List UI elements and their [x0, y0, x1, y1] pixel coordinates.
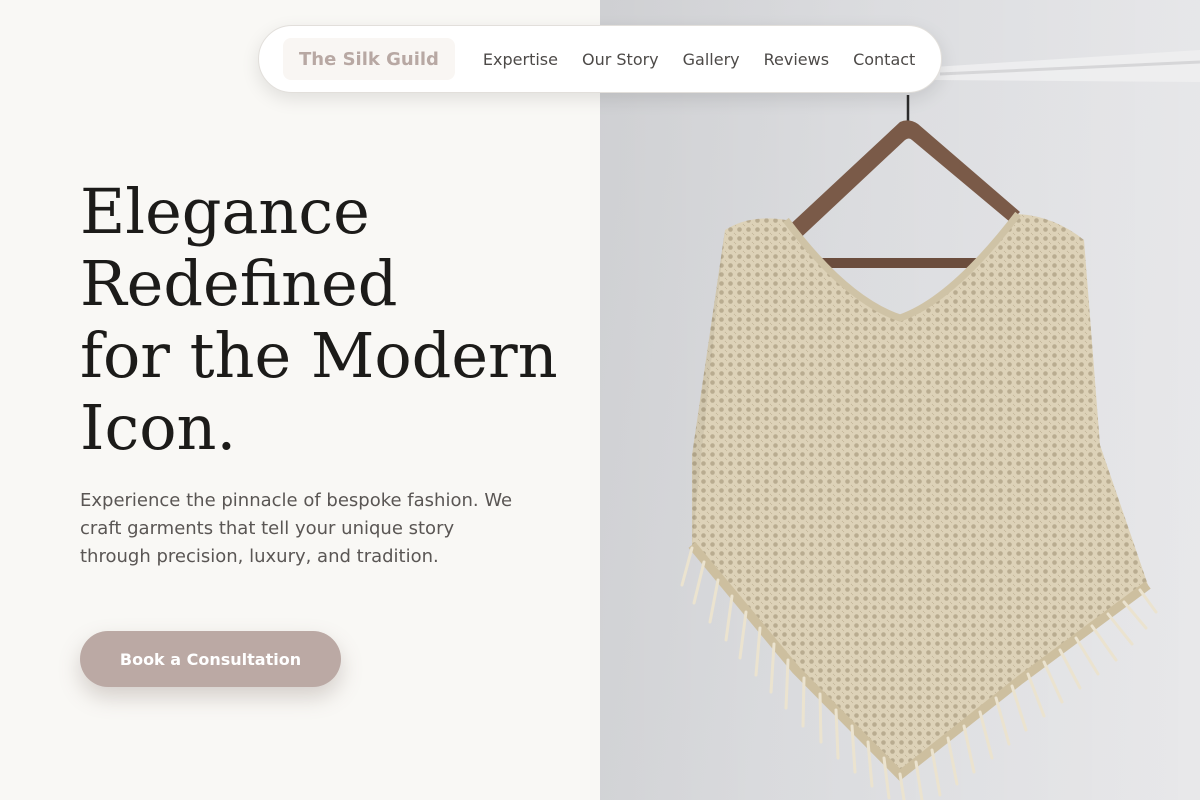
nav-link-reviews[interactable]: Reviews	[752, 50, 841, 69]
landing-page: Elegance Redefined for the Modern Icon. …	[0, 0, 1200, 800]
book-consultation-button[interactable]: Book a Consultation	[80, 631, 341, 687]
hero-title-line: Redefined	[80, 247, 398, 320]
hero-title-line: for the Modern	[80, 319, 558, 392]
hero-description: Experience the pinnacle of bespoke fashi…	[80, 490, 513, 567]
poncho-photo-illustration	[600, 0, 1200, 800]
hero-title-line: Icon.	[80, 391, 237, 464]
nav-item: Expertise	[471, 50, 570, 69]
hero-title: Elegance Redefined for the Modern Icon.	[80, 176, 580, 464]
nav-link-our-story[interactable]: Our Story	[570, 50, 671, 69]
top-navigation: The Silk Guild Expertise Our Story Galle…	[258, 25, 942, 93]
nav-item: Our Story	[570, 50, 671, 69]
nav-item: Gallery	[671, 50, 752, 69]
nav-link-contact[interactable]: Contact	[841, 50, 927, 69]
nav-links: Expertise Our Story Gallery Reviews Cont…	[471, 50, 927, 69]
brand-logo[interactable]: The Silk Guild	[283, 38, 455, 80]
hero-text-pane: Elegance Redefined for the Modern Icon. …	[0, 0, 600, 800]
nav-item: Reviews	[752, 50, 841, 69]
hero-photo	[600, 0, 1200, 800]
hero-title-line: Elegance	[80, 175, 370, 248]
nav-item: Contact	[841, 50, 927, 69]
nav-link-gallery[interactable]: Gallery	[671, 50, 752, 69]
nav-link-expertise[interactable]: Expertise	[471, 50, 570, 69]
